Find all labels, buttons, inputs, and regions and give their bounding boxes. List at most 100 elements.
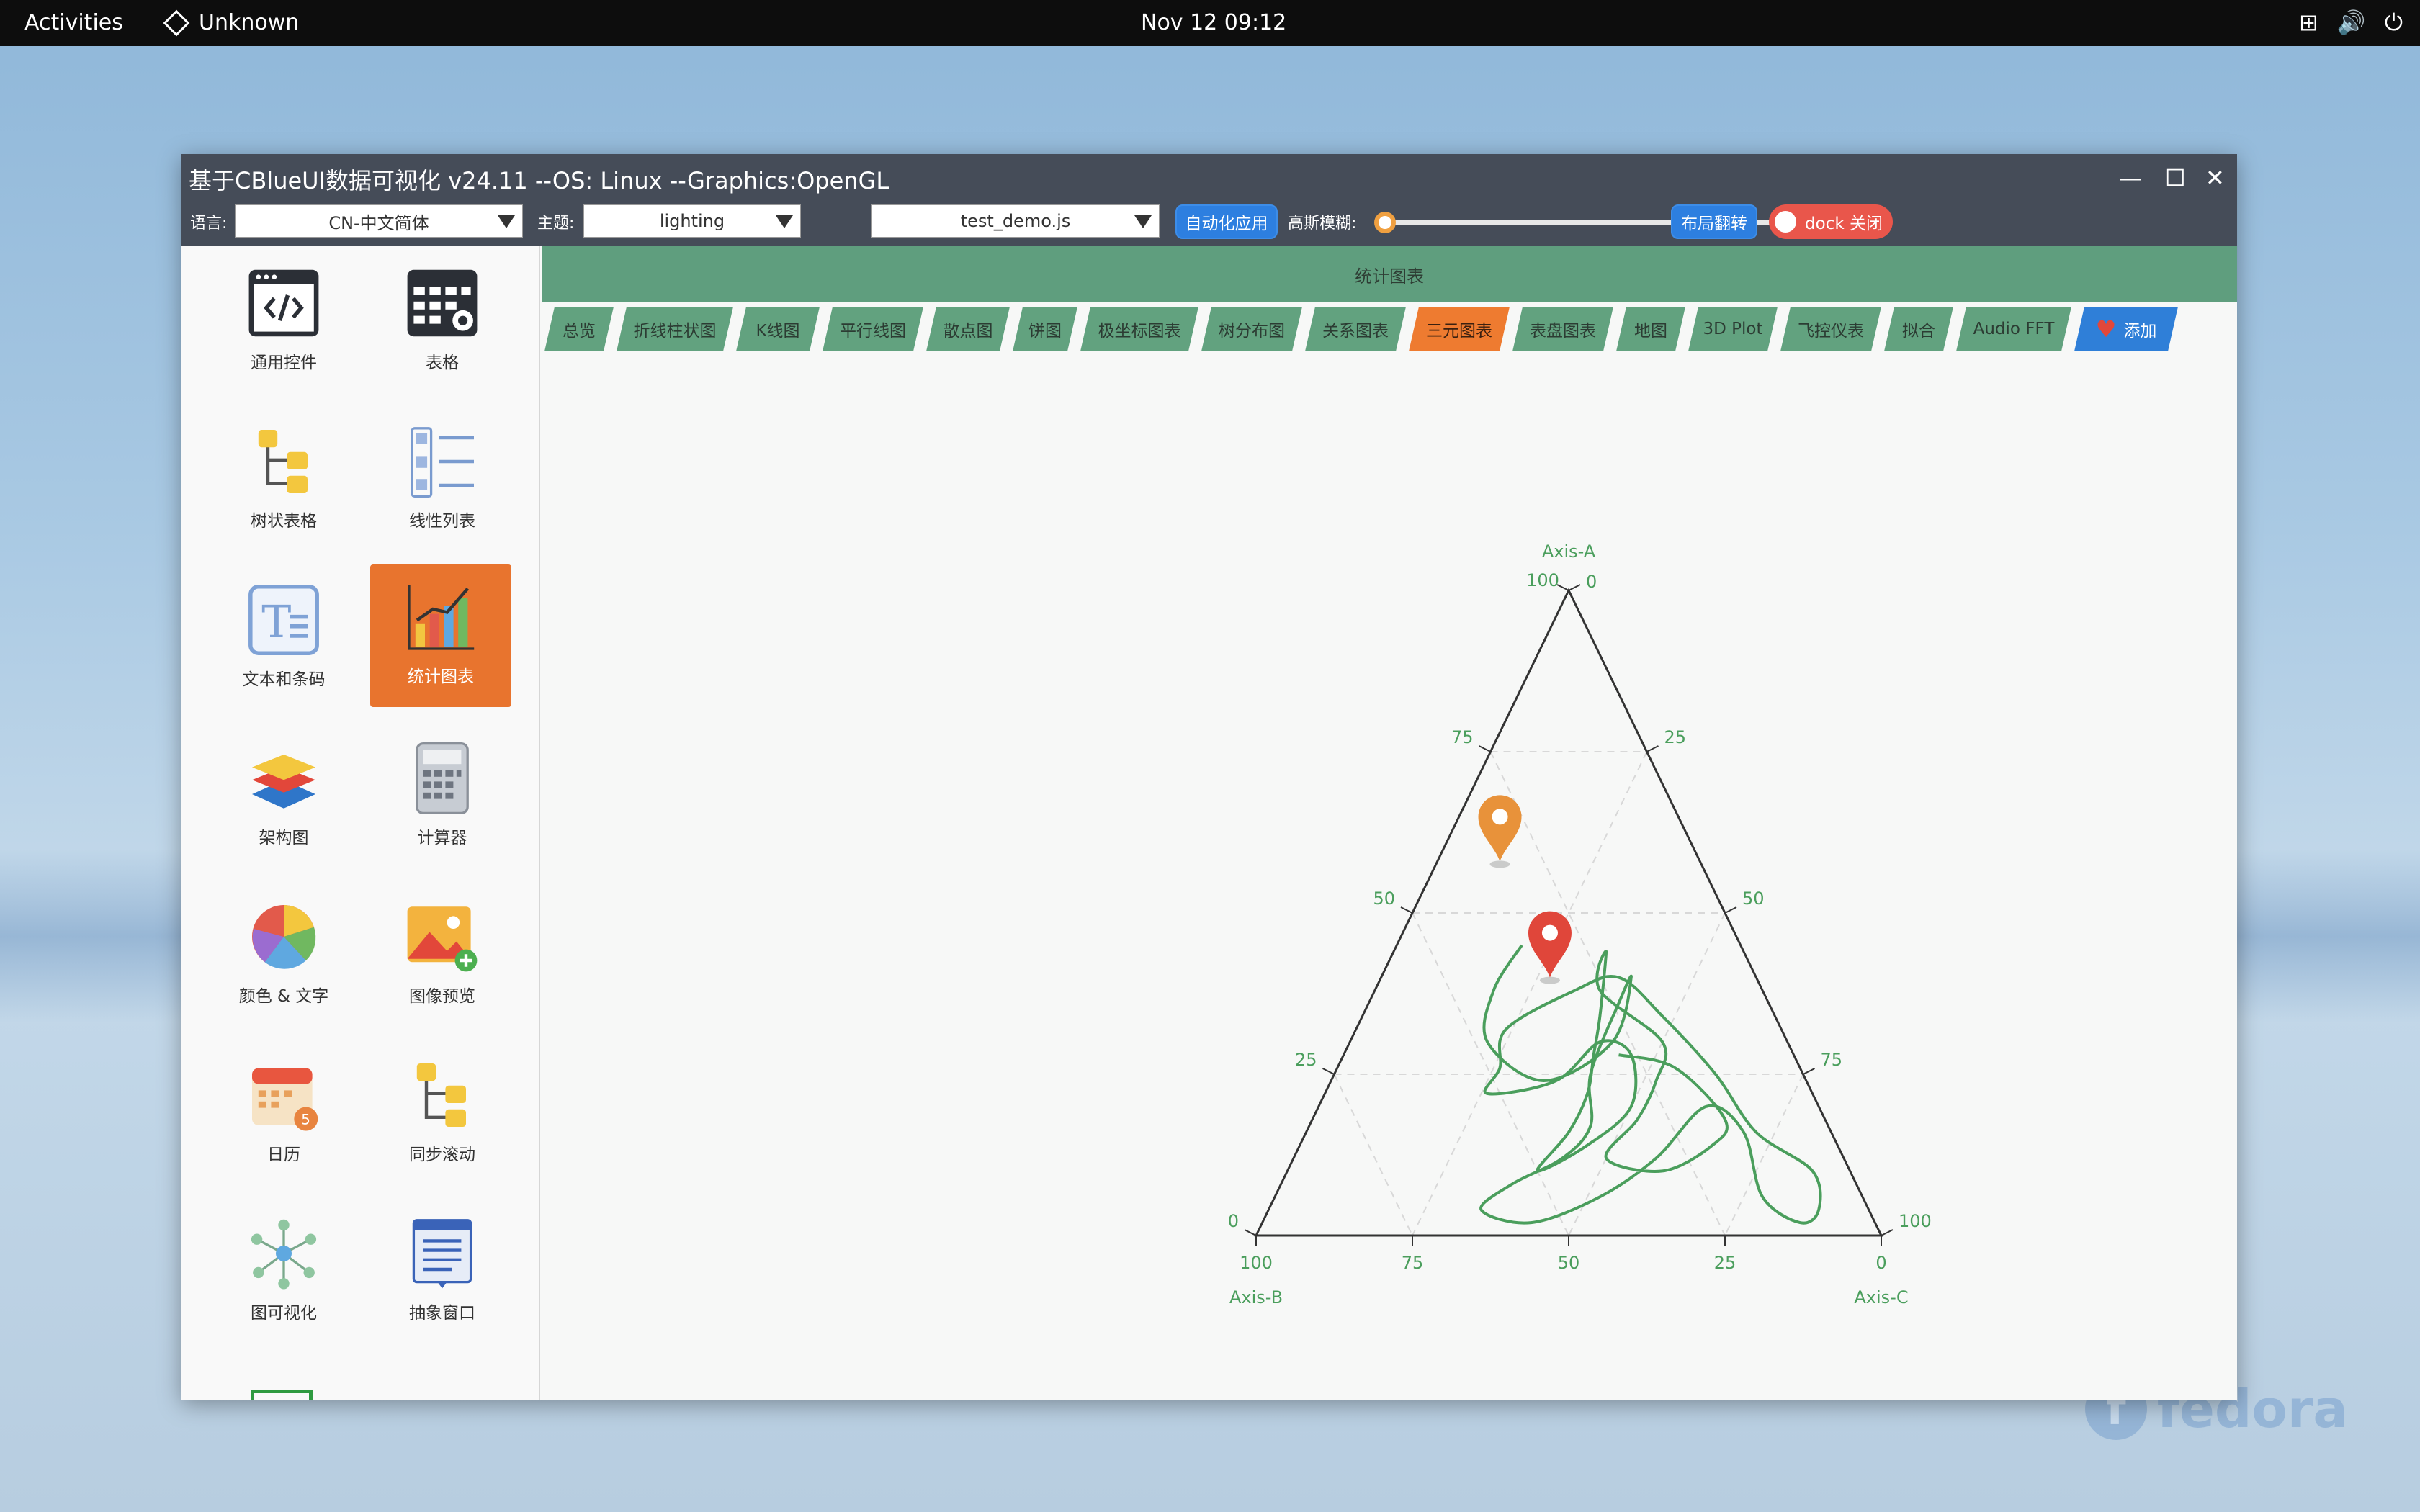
- tab-fitting[interactable]: 拟合: [1884, 307, 1953, 351]
- tab-map[interactable]: 地图: [1616, 307, 1685, 351]
- system-top-bar: Activities Unknown Nov 12 09:12 ⊞ 🔊 ⏻: [0, 0, 2420, 46]
- clock[interactable]: Nov 12 09:12: [1141, 10, 1286, 35]
- tab-ternary[interactable]: 三元图表: [1409, 307, 1510, 351]
- app-menu[interactable]: Unknown: [163, 9, 300, 36]
- volume-icon[interactable]: 🔊: [2337, 9, 2366, 37]
- sidebar-item-architecture[interactable]: 架构图: [213, 726, 354, 868]
- tab-relation[interactable]: 关系图表: [1305, 307, 1406, 351]
- tick-mark: [1322, 1068, 1335, 1075]
- sidebar-item-label: 同步滚动: [409, 1146, 475, 1164]
- linear-list-icon: [411, 427, 474, 498]
- tick-label: 0: [1876, 1253, 1886, 1273]
- sidebar-item-calendar[interactable]: 5 日历: [213, 1043, 354, 1185]
- title-bar: 基于CBlueUI数据可视化 v24.11 --OS: Linux --Grap…: [182, 154, 2237, 246]
- auto-apply-button[interactable]: 自动化应用: [1175, 204, 1278, 239]
- marker-shadow: [1489, 860, 1510, 868]
- theme-value: lighting: [659, 211, 725, 231]
- tab-gauge[interactable]: 表盘图表: [1512, 307, 1613, 351]
- sidebar-item-tree-table[interactable]: 树状表格: [213, 409, 354, 552]
- tree-table-icon: [258, 430, 308, 493]
- data-curve: [1479, 944, 1822, 1225]
- code-window-icon: [248, 269, 319, 337]
- theme-label: 主题:: [537, 215, 575, 233]
- tab-overview[interactable]: 总览: [544, 307, 614, 351]
- maximize-icon[interactable]: ☐: [2165, 164, 2186, 192]
- blur-slider[interactable]: [1381, 220, 1828, 225]
- script-select[interactable]: test_demo.js: [871, 204, 1160, 238]
- tab-pie[interactable]: 饼图: [1013, 307, 1077, 351]
- calculator-icon: [416, 742, 469, 815]
- svg-text:T: T: [261, 596, 291, 648]
- tick-label: 75: [1451, 727, 1474, 747]
- sidebar-item-color-text[interactable]: 颜色 & 文字: [213, 884, 354, 1027]
- toggle-knob: [1775, 211, 1796, 233]
- text-icon: T: [248, 585, 319, 655]
- partial-sidebar-icon: [251, 1390, 313, 1400]
- orange-map-pin-marker: [1478, 795, 1522, 868]
- grid-line: [1489, 751, 1726, 1236]
- chevron-down-icon: [498, 215, 515, 228]
- dock-toggle[interactable]: dock 关闭: [1769, 204, 1893, 239]
- sidebar-item-general-controls[interactable]: 通用控件: [213, 251, 354, 393]
- network-icon[interactable]: ⊞: [2299, 9, 2318, 37]
- ternary-chart: 0 25 50 75 100 0 25 50 75 100 100 75 50 25 0 Axis-A Axi…: [1228, 541, 1932, 1308]
- blur-label: 高斯模糊:: [1288, 215, 1357, 233]
- sidebar-item-statistics-chart[interactable]: 统计图表: [370, 564, 511, 707]
- layout-flip-button[interactable]: 布局翻转: [1671, 204, 1757, 239]
- sidebar-item-label: 线性列表: [409, 512, 475, 531]
- power-icon[interactable]: ⏻: [2385, 9, 2403, 37]
- theme-select[interactable]: lighting: [583, 204, 801, 238]
- system-tray[interactable]: ⊞ 🔊 ⏻: [2299, 9, 2403, 37]
- tab-treemap[interactable]: 树分布图: [1201, 307, 1302, 351]
- chevron-down-icon: [1134, 215, 1152, 228]
- sidebar-item-table[interactable]: 表格: [372, 251, 513, 393]
- add-tab-button[interactable]: ♥ 添加: [2074, 307, 2178, 351]
- image-preview-icon: [407, 906, 478, 972]
- sidebar-item-sync-scroll[interactable]: 同步滚动: [372, 1043, 513, 1185]
- tick-label: 25: [1714, 1253, 1736, 1273]
- activities-button[interactable]: Activities: [24, 10, 123, 35]
- sidebar-item-label: 架构图: [259, 829, 309, 847]
- graph-icon: [251, 1219, 317, 1290]
- sync-scroll-icon: [416, 1063, 466, 1127]
- tick-label: 50: [1373, 888, 1395, 909]
- sidebar-item-label: 通用控件: [251, 354, 317, 372]
- sidebar-item-text-barcode[interactable]: T 文本和条码: [213, 567, 354, 710]
- layers-icon: [252, 755, 315, 809]
- tab-3d-plot[interactable]: 3D Plot: [1688, 307, 1778, 351]
- sidebar-item-calculator[interactable]: 计算器: [372, 726, 513, 868]
- tab-scatter[interactable]: 散点图: [926, 307, 1010, 351]
- tab-polar[interactable]: 极坐标图表: [1080, 307, 1198, 351]
- tab-flight-instrument[interactable]: 飞控仪表: [1780, 307, 1881, 351]
- red-map-pin-marker: [1528, 911, 1572, 984]
- blur-slider-knob[interactable]: [1374, 212, 1396, 233]
- tick-mark: [1881, 1229, 1894, 1236]
- axis-a-label: Axis-A: [1542, 541, 1596, 562]
- sidebar-item-label: 统计图表: [408, 667, 474, 686]
- tab-audio-fft[interactable]: Audio FFT: [1956, 307, 2071, 351]
- tick-mark: [1568, 584, 1581, 591]
- tick-label: 25: [1664, 727, 1687, 747]
- app-name: Unknown: [199, 10, 300, 35]
- tab-parallel[interactable]: 平行线图: [823, 307, 923, 351]
- tick-mark: [1803, 1068, 1815, 1075]
- language-select[interactable]: CN-中文简体: [235, 204, 523, 238]
- minimize-icon[interactable]: —: [2119, 164, 2142, 192]
- sidebar-item-label: 抽象窗口: [409, 1304, 475, 1323]
- tick-mark: [1244, 1229, 1257, 1236]
- tick-label: 50: [1558, 1253, 1580, 1273]
- ternary-chart-area: 0 25 50 75 100 0 25 50 75 100 100 75 50 25 0 Axis-A Axi…: [542, 351, 2237, 1400]
- pin-hole: [1492, 809, 1508, 825]
- close-icon[interactable]: ✕: [2205, 164, 2225, 192]
- app-diamond-icon: [163, 9, 190, 36]
- sidebar-item-abstract-window[interactable]: 抽象窗口: [372, 1201, 513, 1344]
- sidebar-item-graph-visualization[interactable]: 图可视化: [213, 1201, 354, 1344]
- tick-label: 25: [1295, 1050, 1317, 1070]
- sidebar-item-image-preview[interactable]: 图像预览: [372, 884, 513, 1027]
- marker-shadow: [1539, 976, 1560, 984]
- tab-kline[interactable]: K线图: [736, 307, 820, 351]
- sidebar-item-linear-list[interactable]: 线性列表: [372, 409, 513, 552]
- app-window: 基于CBlueUI数据可视化 v24.11 --OS: Linux --Grap…: [182, 154, 2237, 1400]
- svg-text:5: 5: [301, 1112, 310, 1128]
- tab-line-bar[interactable]: 折线柱状图: [617, 307, 733, 351]
